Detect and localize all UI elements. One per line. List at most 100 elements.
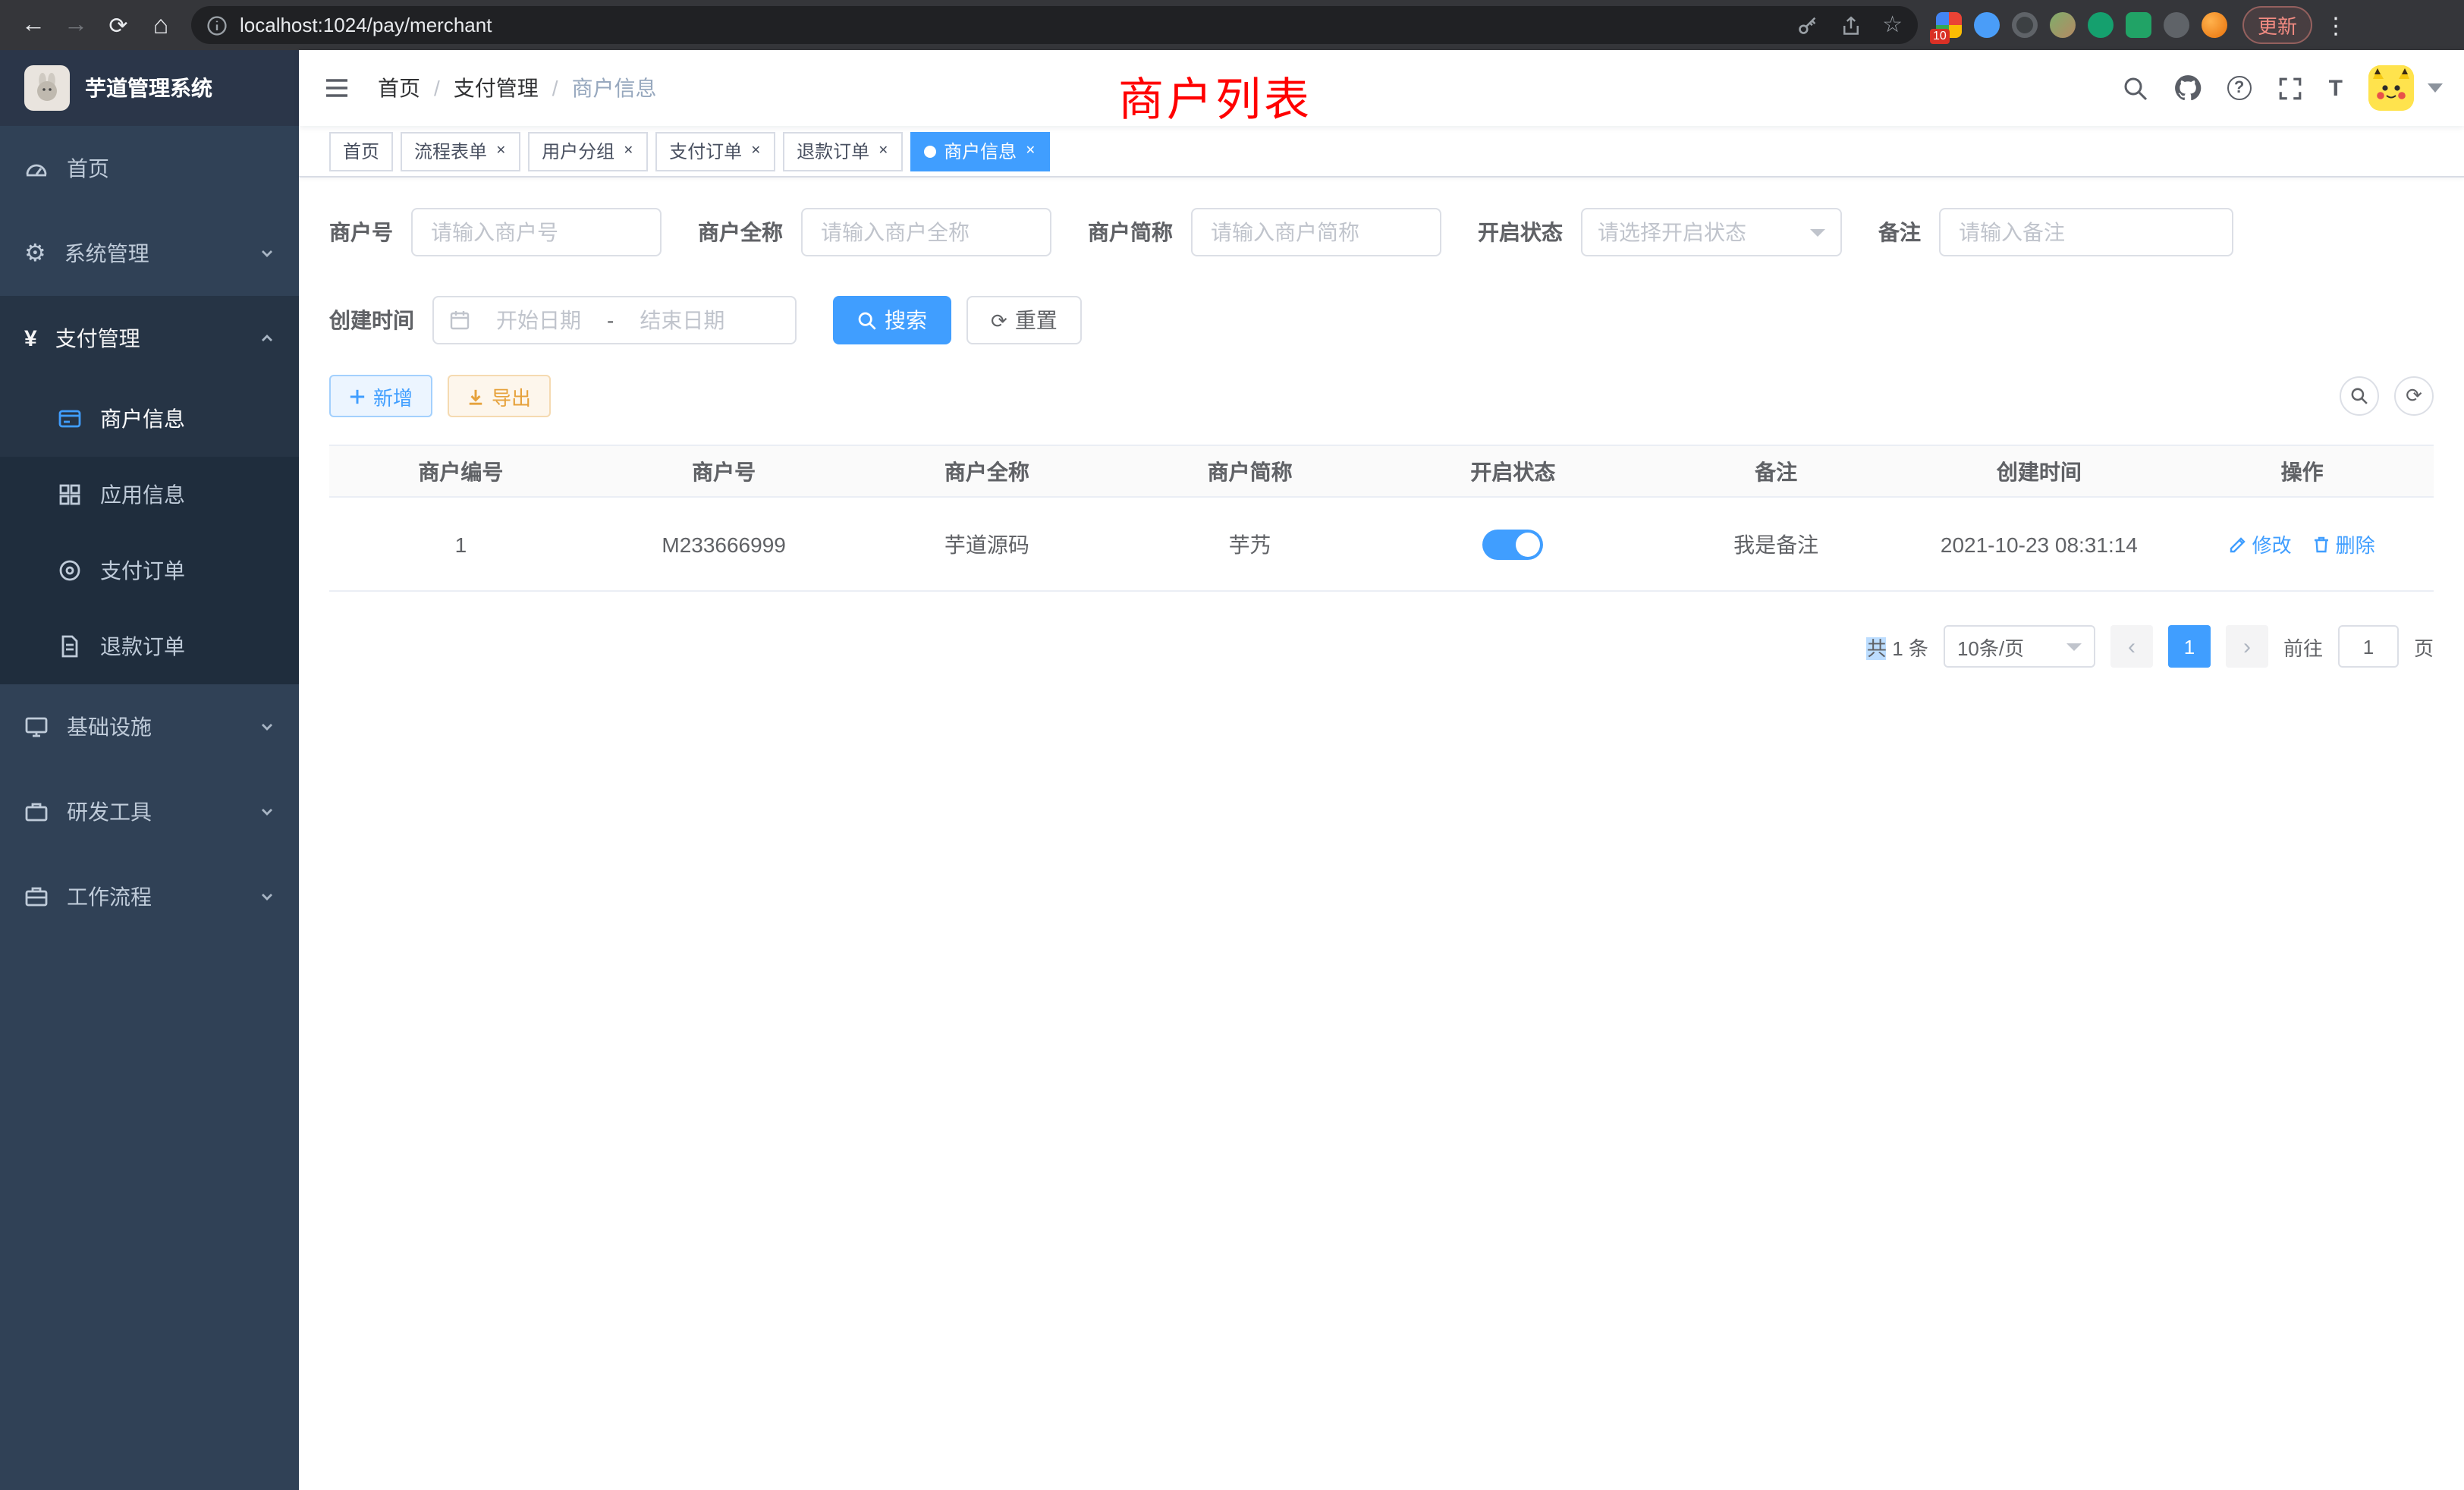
goto-page-input[interactable]: [2338, 625, 2399, 668]
help-icon[interactable]: [2227, 76, 2252, 100]
chevron-down-icon: [1810, 228, 1825, 236]
sidebar-menu: 首页 系统管理 支付管理: [0, 126, 299, 939]
browser-reload-icon[interactable]: [97, 4, 140, 46]
top-navbar: 首页 / 支付管理 / 商户信息: [299, 50, 2464, 126]
search-icon: [857, 310, 877, 330]
dashboard-icon: [24, 156, 49, 181]
browser-back-icon[interactable]: [12, 4, 55, 46]
table-header-remark: 备注: [1645, 456, 1908, 486]
tab-close-icon[interactable]: [1024, 145, 1036, 157]
add-button-label: 新增: [373, 382, 413, 410]
table-header-merchant-id: 商户编号: [329, 456, 592, 486]
tab-close-icon[interactable]: [495, 145, 507, 157]
export-button[interactable]: 导出: [448, 375, 551, 417]
add-button[interactable]: 新增: [329, 375, 432, 417]
edit-link[interactable]: 修改: [2230, 530, 2292, 558]
tab-close-icon[interactable]: [877, 145, 889, 157]
tab-merchant-info[interactable]: 商户信息: [910, 131, 1050, 171]
extension-icon-1[interactable]: 10: [1936, 12, 1962, 38]
sidebar-item-label: 支付订单: [100, 555, 185, 586]
extension-icon-6[interactable]: [2126, 12, 2151, 38]
sidebar-item-payment-order[interactable]: 支付订单: [0, 533, 299, 608]
goto-suffix: 页: [2414, 632, 2434, 661]
date-end-input[interactable]: [623, 308, 741, 332]
extension-icon-2[interactable]: [1974, 12, 2000, 38]
browser-home-icon[interactable]: [140, 4, 182, 46]
sidebar-item-app-info[interactable]: 应用信息: [0, 457, 299, 533]
toggle-search-button[interactable]: [2340, 376, 2379, 416]
browser-forward-icon[interactable]: [55, 4, 97, 46]
full-name-input[interactable]: [801, 208, 1051, 256]
browser-menu-icon[interactable]: [2324, 11, 2347, 39]
tab-label: 退款订单: [797, 138, 869, 164]
sidebar-item-system[interactable]: 系统管理: [0, 211, 299, 296]
header-search-icon[interactable]: [2123, 75, 2148, 101]
date-range-picker[interactable]: -: [432, 296, 797, 344]
page-number-1[interactable]: 1: [2168, 625, 2211, 668]
table-toolbar: 新增 导出: [329, 375, 2434, 417]
sidebar-item-home[interactable]: 首页: [0, 126, 299, 211]
tab-close-icon[interactable]: [750, 145, 762, 157]
sidebar-item-label: 退款订单: [100, 631, 185, 662]
date-start-input[interactable]: [479, 308, 598, 332]
merchant-table: 商户编号 商户号 商户全称 商户简称 开启状态 备注 创建时间 操作 1 M23…: [329, 445, 2434, 592]
font-size-icon[interactable]: [2329, 75, 2343, 101]
trash-icon: [2313, 535, 2331, 553]
user-avatar[interactable]: [2368, 65, 2414, 111]
page-size-select[interactable]: 10条/页: [1944, 625, 2095, 668]
tab-process-form[interactable]: 流程表单: [401, 131, 520, 171]
password-key-icon[interactable]: [1796, 14, 1818, 36]
cell-short-name: 芋艿: [1118, 529, 1381, 559]
hamburger-icon[interactable]: [299, 74, 375, 102]
tags-bar: 首页 流程表单 用户分组 支付订单 退款订单: [299, 126, 2464, 178]
sidebar-item-payment[interactable]: 支付管理: [0, 296, 299, 381]
extension-icon-8[interactable]: [2202, 12, 2227, 38]
short-name-input[interactable]: [1191, 208, 1441, 256]
breadcrumb-section[interactable]: 支付管理: [454, 73, 539, 103]
total-count: 1: [1892, 637, 1903, 659]
next-page-button[interactable]: [2226, 625, 2268, 668]
github-icon[interactable]: [2174, 74, 2202, 102]
tab-refund-order[interactable]: 退款订单: [783, 131, 903, 171]
tab-close-icon[interactable]: [622, 145, 634, 157]
tab-user-group[interactable]: 用户分组: [528, 131, 648, 171]
prev-page-button[interactable]: [2110, 625, 2153, 668]
sidebar-item-label: 支付管理: [55, 323, 140, 354]
merchant-no-input[interactable]: [411, 208, 662, 256]
site-info-icon[interactable]: [206, 14, 228, 36]
status-select[interactable]: 请选择开启状态: [1581, 208, 1842, 256]
app-logo-image: [24, 65, 70, 111]
refresh-icon: [2406, 382, 2422, 410]
search-button[interactable]: 搜索: [833, 296, 951, 344]
browser-update-button[interactable]: 更新: [2242, 6, 2312, 44]
reset-button[interactable]: 重置: [966, 296, 1082, 344]
chevron-down-icon: [259, 719, 275, 734]
tab-payment-order[interactable]: 支付订单: [655, 131, 775, 171]
extension-icon-3[interactable]: [2012, 12, 2038, 38]
toolbox-icon: [24, 800, 49, 824]
download-icon: [467, 388, 484, 404]
tab-home[interactable]: 首页: [329, 131, 393, 171]
merchant-no-label: 商户号: [329, 217, 393, 247]
sidebar-item-infrastructure[interactable]: 基础设施: [0, 684, 299, 769]
share-icon[interactable]: [1840, 14, 1861, 36]
status-toggle[interactable]: [1482, 529, 1543, 559]
extension-icon-5[interactable]: [2088, 12, 2114, 38]
extension-icon-4[interactable]: [2050, 12, 2076, 38]
delete-link[interactable]: 删除: [2313, 530, 2375, 558]
extension-pin-icon[interactable]: [2164, 12, 2189, 38]
sidebar-item-merchant-info[interactable]: 商户信息: [0, 381, 299, 457]
bookmark-star-icon[interactable]: [1882, 11, 1903, 39]
sidebar-item-dev-tools[interactable]: 研发工具: [0, 769, 299, 854]
sidebar-item-refund-order[interactable]: 退款订单: [0, 608, 299, 684]
filter-row-1: 商户号 商户全称 商户简称 开启状态 请选择开启状态: [329, 208, 2434, 256]
address-bar[interactable]: localhost:1024/pay/merchant: [191, 6, 1918, 44]
fullscreen-icon[interactable]: [2277, 75, 2303, 101]
cell-full-name: 芋道源码: [856, 529, 1119, 559]
user-menu-caret-icon[interactable]: [2428, 83, 2443, 93]
refresh-table-button[interactable]: [2394, 376, 2434, 416]
app-logo[interactable]: 芋道管理系统: [0, 50, 299, 126]
remark-input[interactable]: [1939, 208, 2233, 256]
sidebar-item-workflow[interactable]: 工作流程: [0, 854, 299, 939]
breadcrumb-home[interactable]: 首页: [378, 73, 420, 103]
